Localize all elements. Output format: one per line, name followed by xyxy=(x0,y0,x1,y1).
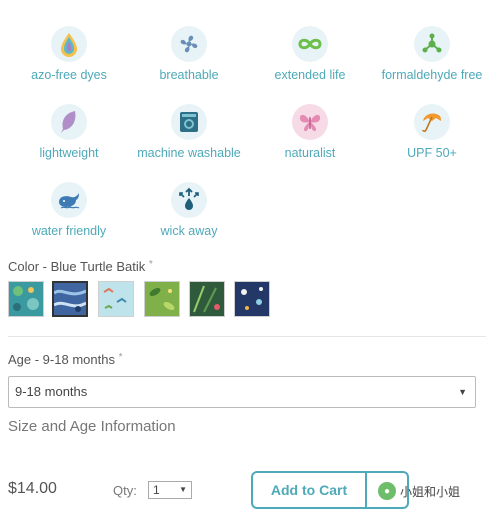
qty-label: Qty: xyxy=(113,483,137,498)
wechat-icon: ● xyxy=(378,482,396,500)
add-to-cart-button[interactable]: Add to Cart xyxy=(251,471,367,509)
size-age-info-link[interactable]: Size and Age Information xyxy=(8,418,176,435)
feature-naturalist: naturalist xyxy=(245,104,375,160)
price: $14.00 xyxy=(8,480,57,497)
qty-select[interactable]: 1 ▼ xyxy=(148,481,192,499)
chevron-down-icon: ▼ xyxy=(458,387,467,397)
feature-azo-free-dyes: azo-free dyes xyxy=(4,26,134,82)
watermark: ● 小姐和小姐 xyxy=(378,480,496,502)
feature-label: breathable xyxy=(159,68,219,82)
feature-label: azo-free dyes xyxy=(31,68,107,82)
feature-label: extended life xyxy=(274,68,346,82)
feature-label: naturalist xyxy=(284,146,336,160)
swatch-teal-turtles[interactable] xyxy=(8,281,44,317)
rainbow-drop-icon xyxy=(51,26,87,62)
molecule-icon xyxy=(414,26,450,62)
feature-upf-50: UPF 50+ xyxy=(367,104,496,160)
age-select-value: 9-18 months xyxy=(15,384,88,399)
feather-icon xyxy=(51,104,87,140)
feature-label: formaldehyde free xyxy=(381,68,483,82)
feature-wick-away: wick away xyxy=(124,182,254,238)
swatch-navy-sea[interactable] xyxy=(234,281,270,317)
feature-formaldehyde-free: formaldehyde free xyxy=(367,26,496,82)
feature-lightweight: lightweight xyxy=(4,104,134,160)
whale-icon xyxy=(51,182,87,218)
age-select[interactable]: 9-18 months ▼ xyxy=(8,376,476,408)
feature-label: water friendly xyxy=(31,224,107,238)
chevron-down-icon: ▼ xyxy=(179,485,187,494)
qty-value: 1 xyxy=(153,483,160,497)
required-mark: * xyxy=(148,259,153,270)
age-option-label: Age - 9-18 months * xyxy=(8,352,122,367)
infinity-icon xyxy=(292,26,328,62)
feature-label: machine washable xyxy=(137,146,241,160)
add-to-cart-label: Add to Cart xyxy=(270,482,348,498)
feature-extended-life: extended life xyxy=(245,26,375,82)
divider xyxy=(8,336,486,337)
feature-water-friendly: water friendly xyxy=(4,182,134,238)
color-label-text: Color - Blue Turtle Batik xyxy=(8,259,146,274)
feature-breathable: breathable xyxy=(124,26,254,82)
age-label-text: Age - 9-18 months xyxy=(8,352,115,367)
required-mark: * xyxy=(118,352,123,363)
butterfly-icon xyxy=(292,104,328,140)
washing-machine-icon xyxy=(171,104,207,140)
feature-machine-washable: machine washable xyxy=(124,104,254,160)
fan-icon xyxy=(171,26,207,62)
swatch-light-blue-birds[interactable] xyxy=(98,281,134,317)
swatch-blue-turtle-batik[interactable] xyxy=(52,281,88,317)
feature-label: UPF 50+ xyxy=(407,146,457,160)
feature-label: lightweight xyxy=(39,146,99,160)
swatch-green-leaves[interactable] xyxy=(144,281,180,317)
swatch-dark-green-tropical[interactable] xyxy=(189,281,225,317)
drop-arrows-icon xyxy=(171,182,207,218)
umbrella-icon xyxy=(414,104,450,140)
color-option-label: Color - Blue Turtle Batik * xyxy=(8,259,153,274)
watermark-text: 小姐和小姐 xyxy=(400,484,461,499)
feature-label: wick away xyxy=(160,224,218,238)
